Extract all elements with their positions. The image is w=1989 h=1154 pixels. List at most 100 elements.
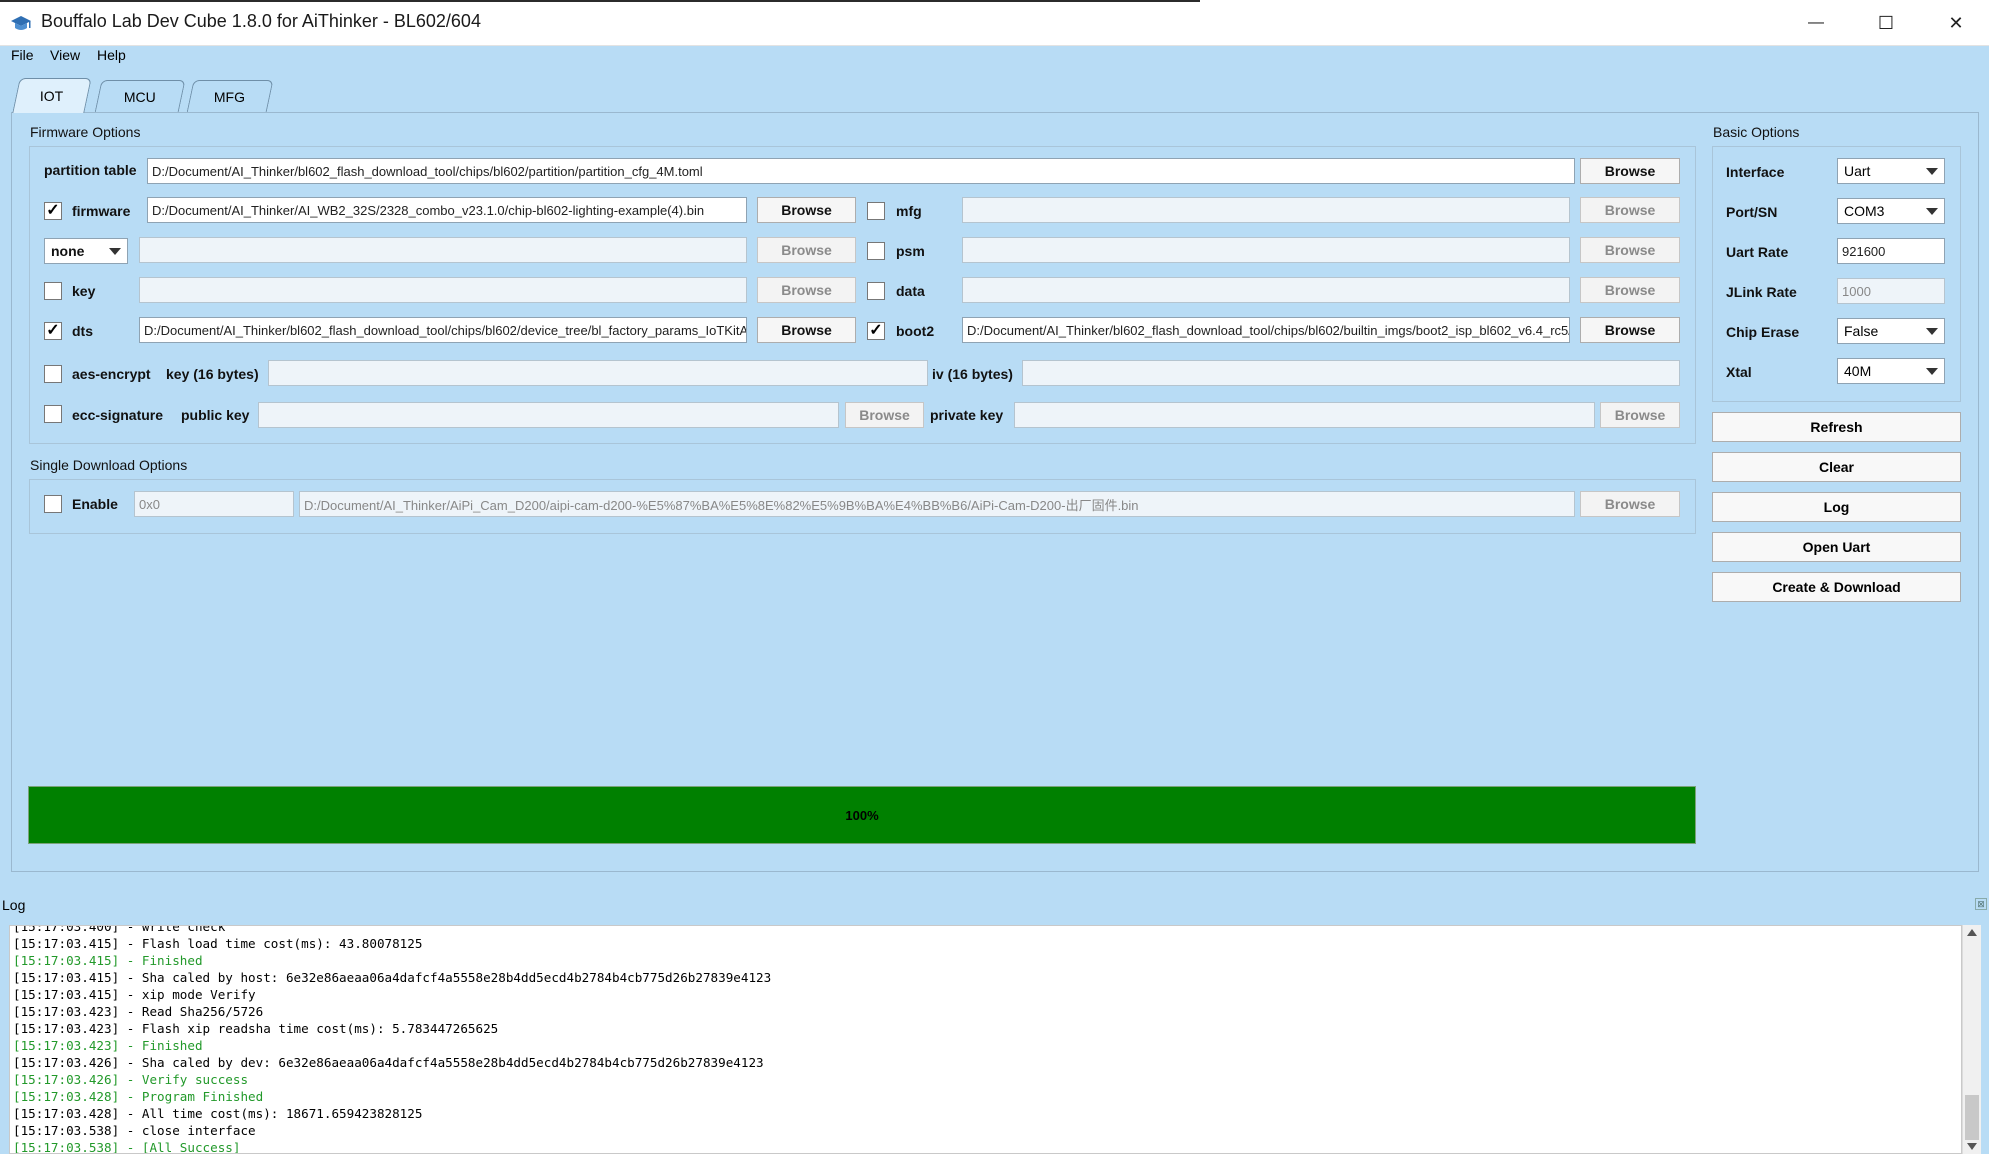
firmware-file-field[interactable]: D:/Document/AI_Thinker/AI_WB2_32S/2328_c…	[147, 197, 747, 223]
maximize-button[interactable]: ☐	[1851, 0, 1921, 46]
menu-bar	[0, 46, 1989, 70]
boot2-browse-button[interactable]: Browse	[1580, 317, 1680, 343]
boot2-label: boot2	[896, 323, 935, 339]
dts-checkbox[interactable]: ✓	[44, 322, 62, 340]
tab-mcu[interactable]: MCU	[94, 80, 186, 113]
partition-select[interactable]: none	[44, 238, 128, 264]
log-line: [15:17:03.538] - [All Success]	[13, 1140, 241, 1154]
port-sn-label: Port/SN	[1726, 204, 1778, 220]
ecc-signature-checkbox[interactable]	[44, 405, 62, 423]
ecc-private-key-browse-button[interactable]: Browse	[1600, 402, 1680, 428]
key-browse-button[interactable]: Browse	[757, 277, 856, 303]
log-line: [15:17:03.426] - Sha caled by dev: 6e32e…	[13, 1055, 764, 1070]
port-sn-select[interactable]: COM3	[1837, 198, 1945, 224]
app-icon	[10, 13, 32, 33]
jlink-rate-field[interactable]: 1000	[1837, 278, 1945, 304]
uart-rate-label: Uart Rate	[1726, 244, 1789, 260]
log-line: [15:17:03.415] - Finished	[13, 953, 203, 968]
chip-erase-select[interactable]: False	[1837, 318, 1945, 344]
log-line: [15:17:03.415] - xip mode Verify	[13, 987, 256, 1002]
firmware-label: firmware	[72, 203, 131, 219]
log-dock-icon[interactable]: ⊠	[1975, 898, 1987, 910]
chevron-down-icon	[1926, 327, 1938, 335]
single-download-enable-label: Enable	[72, 496, 118, 512]
scroll-down-icon[interactable]	[1967, 1143, 1977, 1150]
clear-button[interactable]: Clear	[1712, 452, 1961, 482]
log-scrollbar[interactable]	[1962, 925, 1981, 1154]
xtal-select[interactable]: 40M	[1837, 358, 1945, 384]
single-download-enable-checkbox[interactable]	[44, 495, 62, 513]
mfg-label: mfg	[896, 203, 922, 219]
partition-table-field[interactable]: D:/Document/AI_Thinker/bl602_flash_downl…	[147, 158, 1575, 184]
ecc-private-key-field[interactable]	[1014, 402, 1595, 428]
download-progress-bar: 100%	[28, 786, 1696, 844]
key-file-field[interactable]	[139, 277, 747, 303]
log-line: [15:17:03.423] - Flash xip readsha time …	[13, 1021, 499, 1036]
minimize-button[interactable]: —	[1781, 0, 1851, 46]
mfg-file-field[interactable]	[962, 197, 1570, 223]
refresh-button[interactable]: Refresh	[1712, 412, 1961, 442]
tab-mfg-label: MFG	[214, 89, 246, 105]
firmware-browse-button[interactable]: Browse	[757, 197, 856, 223]
aes-encrypt-label: aes-encrypt	[72, 366, 151, 382]
log-line: [15:17:03.415] - Sha caled by host: 6e32…	[13, 970, 772, 985]
single-download-browse-button[interactable]: Browse	[1580, 491, 1680, 517]
psm-browse-button[interactable]: Browse	[1580, 237, 1680, 263]
data-file-field[interactable]	[962, 277, 1570, 303]
menu-view[interactable]: View	[50, 47, 80, 63]
boot2-file-field[interactable]: D:/Document/AI_Thinker/bl602_flash_downl…	[962, 317, 1570, 343]
log-line: [15:17:03.426] - Verify success	[13, 1072, 249, 1087]
ecc-public-key-browse-button[interactable]: Browse	[845, 402, 924, 428]
log-output[interactable]: [15:17:03.400] - write check [15:17:03.41…	[9, 925, 1962, 1154]
key-label: key	[72, 283, 96, 299]
tab-iot[interactable]: IOT	[12, 78, 92, 113]
menu-help[interactable]: Help	[97, 47, 126, 63]
aes-key-field[interactable]	[268, 360, 928, 386]
data-label: data	[896, 283, 925, 299]
key-checkbox[interactable]	[44, 282, 62, 300]
data-browse-button[interactable]: Browse	[1580, 277, 1680, 303]
aes-iv-field[interactable]	[1022, 360, 1680, 386]
menu-file[interactable]: File	[11, 47, 34, 63]
psm-checkbox[interactable]	[867, 242, 885, 260]
xtal-select-value: 40M	[1844, 363, 1872, 379]
tab-iot-label: IOT	[40, 88, 64, 104]
log-line: [15:17:03.400] - write check	[13, 925, 226, 934]
mfg-checkbox[interactable]	[867, 202, 885, 220]
jlink-rate-label: JLink Rate	[1726, 284, 1797, 300]
mfg-browse-button[interactable]: Browse	[1580, 197, 1680, 223]
single-download-file-field[interactable]: D:/Document/AI_Thinker/AiPi_Cam_D200/aip…	[299, 491, 1575, 517]
interface-select-value: Uart	[1844, 163, 1871, 179]
log-line: [15:17:03.423] - Finished	[13, 1038, 203, 1053]
create-download-button[interactable]: Create & Download	[1712, 572, 1961, 602]
scrollbar-thumb[interactable]	[1965, 1095, 1979, 1140]
aes-encrypt-checkbox[interactable]	[44, 365, 62, 383]
none-file-field[interactable]	[139, 237, 747, 263]
scroll-up-icon[interactable]	[1967, 929, 1977, 936]
aes-key-label: key (16 bytes)	[166, 366, 259, 382]
log-button[interactable]: Log	[1712, 492, 1961, 522]
psm-file-field[interactable]	[962, 237, 1570, 263]
dts-browse-button[interactable]: Browse	[757, 317, 856, 343]
interface-select[interactable]: Uart	[1837, 158, 1945, 184]
boot2-checkbox[interactable]: ✓	[867, 322, 885, 340]
single-download-title: Single Download Options	[30, 457, 188, 473]
firmware-checkbox[interactable]: ✓	[44, 202, 62, 220]
partition-table-browse-button[interactable]: Browse	[1580, 158, 1680, 184]
tab-mcu-label: MCU	[123, 89, 156, 105]
tab-mfg[interactable]: MFG	[186, 80, 274, 113]
open-uart-button[interactable]: Open Uart	[1712, 532, 1961, 562]
single-download-address-field[interactable]: 0x0	[134, 491, 294, 517]
dts-file-field[interactable]: D:/Document/AI_Thinker/bl602_flash_downl…	[139, 317, 747, 343]
chevron-down-icon	[1926, 167, 1938, 175]
xtal-label: Xtal	[1726, 364, 1752, 380]
dts-label: dts	[72, 323, 93, 339]
chevron-down-icon	[1926, 367, 1938, 375]
uart-rate-field[interactable]: 921600	[1837, 238, 1945, 264]
none-browse-button[interactable]: Browse	[757, 237, 856, 263]
close-button[interactable]: ✕	[1921, 0, 1989, 46]
data-checkbox[interactable]	[867, 282, 885, 300]
aes-iv-label: iv (16 bytes)	[932, 366, 1013, 382]
ecc-public-key-field[interactable]	[258, 402, 839, 428]
log-line: [15:17:03.428] - Program Finished	[13, 1089, 264, 1104]
